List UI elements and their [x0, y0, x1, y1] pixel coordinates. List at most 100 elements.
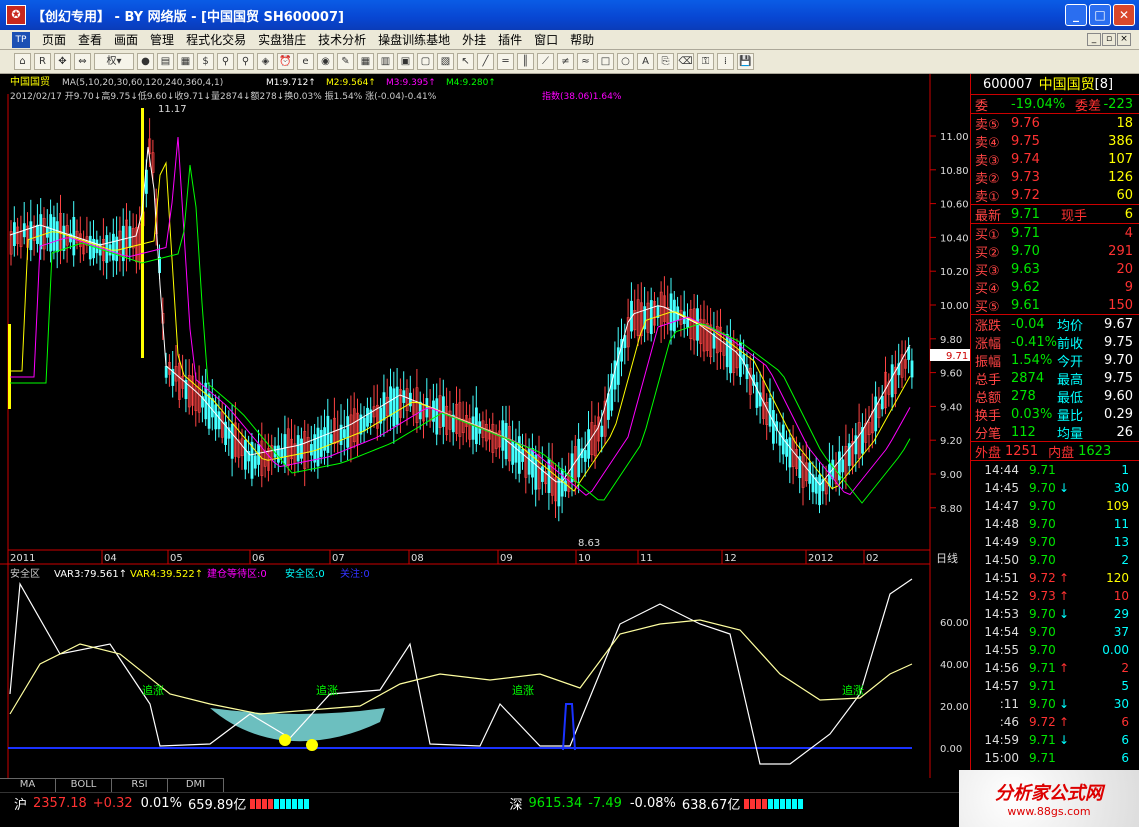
bid-row: 买① 9.71 4: [975, 225, 1133, 243]
candle-body: [244, 439, 247, 470]
time-tick-label: 07: [332, 553, 345, 564]
candle-body: [92, 238, 96, 259]
sh-index[interactable]: 2357.18: [33, 796, 87, 811]
right-select[interactable]: 权▾: [94, 53, 134, 70]
menu-view[interactable]: 查看: [72, 31, 108, 48]
dotgrid-icon[interactable]: ⁞: [717, 53, 734, 70]
channel-icon[interactable]: ≠: [557, 53, 574, 70]
globe-icon[interactable]: ◉: [317, 53, 334, 70]
price-tick-label: 9.00: [940, 470, 962, 481]
app-logo-icon: TP: [12, 31, 30, 48]
window-icon[interactable]: ▢: [417, 53, 434, 70]
circle-icon[interactable]: ○: [617, 53, 634, 70]
price-tick-label: 10.60: [940, 200, 969, 211]
ie-icon[interactable]: e: [297, 53, 314, 70]
candle-body: [319, 429, 323, 457]
menu-manage[interactable]: 管理: [144, 31, 180, 48]
move-icon[interactable]: ✥: [54, 53, 71, 70]
eraser-icon[interactable]: ⌫: [677, 53, 694, 70]
bid-row: 买⑤ 9.61 150: [975, 297, 1133, 315]
stock-name-label: 中国国贸: [10, 75, 50, 88]
menu-screen[interactable]: 画面: [108, 31, 144, 48]
hline-icon[interactable]: ═: [497, 53, 514, 70]
mdi-minimize-button[interactable]: _: [1087, 33, 1101, 46]
candle-body: [771, 410, 775, 444]
window-title: 【创幻专用】 - BY 网络版 - [中国国贸 SH600007]: [32, 9, 344, 25]
tab-ma[interactable]: MA: [0, 778, 56, 792]
ruler-icon[interactable]: ▤: [157, 53, 174, 70]
ask-row: 卖② 9.73 126: [975, 169, 1133, 187]
candle-body: [207, 393, 211, 429]
sz-index[interactable]: 9615.34: [528, 796, 582, 811]
save-icon[interactable]: 💾: [737, 53, 754, 70]
chase-label-2: 追涨: [316, 683, 338, 697]
ask-row: 卖④ 9.75 386: [975, 133, 1133, 151]
app-icon: ✪: [6, 5, 26, 25]
minimize-button[interactable]: _: [1065, 4, 1087, 26]
candle-body: [514, 443, 518, 463]
maximize-button[interactable]: □: [1089, 4, 1111, 26]
ma4-label: M4:9.280↑: [446, 78, 496, 88]
image-icon[interactable]: ▧: [437, 53, 454, 70]
kline-chart[interactable]: 中国国贸 MA(5,10,20,30,60,120,240,360,4,1) M…: [0, 74, 970, 778]
sh-breadth-bar: [250, 798, 310, 809]
tab-boll[interactable]: BOLL: [56, 778, 112, 792]
chase-label-3: 追涨: [512, 683, 534, 697]
cycle-icon[interactable]: ≈: [577, 53, 594, 70]
sub-tick-label: 0.00: [940, 744, 962, 755]
price-tick-label: 9.80: [940, 335, 962, 346]
menu-window[interactable]: 窗口: [528, 31, 564, 48]
period-label: 日线: [936, 551, 958, 565]
vlines-icon[interactable]: ║: [517, 53, 534, 70]
find-icon[interactable]: ⚲: [237, 53, 254, 70]
sh-change: +0.32: [92, 796, 133, 811]
grid-icon[interactable]: ▦: [357, 53, 374, 70]
candle-body: [283, 434, 287, 467]
table-icon[interactable]: ▥: [377, 53, 394, 70]
mdi-close-button[interactable]: ×: [1117, 33, 1131, 46]
lock-icon[interactable]: ⚿: [697, 53, 714, 70]
rsi-icon[interactable]: R: [34, 53, 51, 70]
pen-icon[interactable]: ✎: [337, 53, 354, 70]
close-button[interactable]: ✕: [1113, 4, 1135, 26]
candle-body: [686, 319, 690, 328]
line-icon[interactable]: ╱: [477, 53, 494, 70]
menu-page[interactable]: 页面: [36, 31, 72, 48]
var3-label: VAR3:79.561↑: [54, 569, 127, 580]
calc-icon[interactable]: ▦: [177, 53, 194, 70]
fan-icon[interactable]: ⟋: [537, 53, 554, 70]
candle-body: [29, 221, 33, 251]
stat-row: 换手 0.03% 量比 0.29: [975, 406, 1133, 424]
chart-icon[interactable]: ◈: [257, 53, 274, 70]
text-icon[interactable]: A: [637, 53, 654, 70]
home-icon[interactable]: ⌂: [14, 53, 31, 70]
candle-body: [214, 404, 218, 430]
candle-body: [613, 360, 617, 390]
copy-icon[interactable]: ⎘: [657, 53, 674, 70]
menu-training[interactable]: 操盘训练基地: [372, 31, 456, 48]
indicator-tabs: MA BOLL RSI DMI: [0, 778, 970, 792]
menu-plugin-ext[interactable]: 外挂: [456, 31, 492, 48]
alarm-icon[interactable]: ⏰: [277, 53, 294, 70]
menu-program-trade[interactable]: 程式化交易: [180, 31, 252, 48]
time-tick-label: 2012: [808, 553, 833, 564]
sh-percent: 0.01%: [140, 796, 182, 811]
cursor-icon[interactable]: ↖: [457, 53, 474, 70]
dots-icon[interactable]: ●: [137, 53, 154, 70]
tab-dmi[interactable]: DMI: [168, 778, 224, 792]
rect-icon[interactable]: □: [597, 53, 614, 70]
menu-bar: TP 页面 查看 画面 管理 程式化交易 实盘猎庄 技术分析 操盘训练基地 外挂…: [0, 30, 1139, 50]
dollar-icon[interactable]: $: [197, 53, 214, 70]
menu-hunt[interactable]: 实盘猎庄: [252, 31, 312, 48]
layout-icon[interactable]: ▣: [397, 53, 414, 70]
swap-icon[interactable]: ⇔: [74, 53, 91, 70]
sub-name-label: 安全区: [10, 567, 40, 580]
mdi-restore-button[interactable]: ▫: [1102, 33, 1116, 46]
menu-help[interactable]: 帮助: [564, 31, 600, 48]
safe-zone-label: 安全区:0: [285, 567, 325, 580]
tab-rsi[interactable]: RSI: [112, 778, 168, 792]
menu-tech[interactable]: 技术分析: [312, 31, 372, 48]
time-tick-label: 06: [252, 553, 265, 564]
search-icon[interactable]: ⚲: [217, 53, 234, 70]
menu-plugins[interactable]: 插件: [492, 31, 528, 48]
